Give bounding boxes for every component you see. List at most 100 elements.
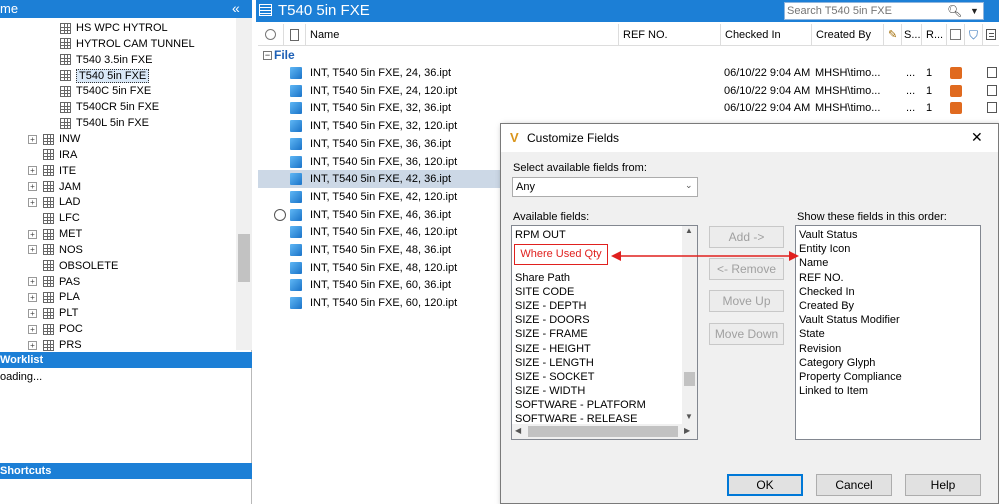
part-file-icon [290,155,302,168]
col-checked-in[interactable]: Checked In [721,24,812,46]
search-input[interactable] [787,4,937,18]
expand-icon[interactable]: + [28,229,37,239]
expand-icon[interactable]: + [28,308,37,318]
tree-item[interactable]: + ITE [28,163,76,179]
expand-icon[interactable]: + [28,277,37,287]
available-field-item[interactable]: SIZE - LENGTH [512,356,683,370]
tree-item[interactable]: HYTROL CAM TUNNEL [60,36,195,52]
tree-item[interactable]: + PLA [28,289,80,305]
tree-item[interactable]: T540C 5in FXE [60,83,151,99]
col-state[interactable]: S... [902,24,922,46]
expand-icon[interactable]: + [28,182,37,192]
order-items: Vault Status Entity Icon Name REF NO. Checke… [796,228,978,398]
col-entity-icon[interactable] [284,24,306,46]
shown-field-item[interactable]: State [796,327,978,341]
available-field-item[interactable]: SIZE - DOORS [512,313,683,327]
vault-logo-icon: V [510,130,519,145]
col-name[interactable]: Name [306,24,619,46]
available-field-item[interactable]: RPM OUT [512,228,683,242]
tree-item[interactable]: + LAD [28,194,80,210]
ok-button[interactable]: OK [727,474,803,496]
shown-field-item[interactable]: Vault Status Modifier [796,313,978,327]
expand-icon[interactable]: + [28,293,37,303]
available-field-item[interactable]: SIZE - DEPTH [512,299,683,313]
available-field-item[interactable]: SIZE - WIDTH [512,384,683,398]
col-compliance[interactable]: ⛉ [965,24,983,46]
scroll-up-icon[interactable]: ▲ [685,226,693,235]
scroll-left-icon[interactable]: ◀ [515,426,521,435]
tree-item[interactable]: T540L 5in FXE [60,115,149,131]
tree-item[interactable]: + MET [28,226,82,242]
tree-item[interactable]: T540 5in FXE [60,68,150,84]
shown-field-item[interactable]: Revision [796,342,978,356]
scroll-right-icon[interactable]: ▶ [684,426,690,435]
close-icon[interactable]: ✕ [971,129,983,145]
shown-field-item[interactable]: Name [796,256,978,270]
expand-icon[interactable]: + [28,197,37,207]
available-field-item[interactable]: SIZE - SOCKET [512,370,683,384]
available-hscroll[interactable]: ◀ ▶ [512,424,697,439]
add-button[interactable]: Add -> [709,226,784,248]
table-row[interactable]: INT, T540 5in FXE, 24, 120.ipt 06/10/22 9… [258,82,999,100]
tree-item[interactable]: T540 3.5in FXE [60,52,152,68]
expand-icon[interactable]: + [28,134,37,144]
field-order-list[interactable]: Vault Status Entity Icon Name REF NO. Checke… [795,225,981,440]
shown-field-item[interactable]: Property Compliance [796,370,978,384]
file-name: INT, T540 5in FXE, 24, 36.ipt [310,67,452,79]
callout-arrowhead-right [789,251,799,261]
shown-field-item[interactable]: Category Glyph [796,356,978,370]
tree-item[interactable]: + PAS [28,274,80,290]
tree-item[interactable]: LFC [28,210,80,226]
tree-item[interactable]: + INW [28,131,80,147]
table-row[interactable]: INT, T540 5in FXE, 32, 36.ipt 06/10/22 9:… [258,99,999,117]
tree-item[interactable]: HS WPC HYTROL [60,20,168,36]
shown-field-item[interactable]: Entity Icon [796,242,978,256]
available-field-item[interactable]: SOFTWARE - PLATFORM [512,398,683,412]
available-vscroll-thumb[interactable] [684,372,695,386]
expand-icon[interactable]: + [28,245,37,255]
tree-item[interactable]: + POC [28,321,83,337]
tree-scrollbar[interactable] [236,18,252,350]
search-icon[interactable]: 🔍︎ [947,3,962,19]
shown-field-item[interactable]: Vault Status [796,228,978,242]
shown-field-item[interactable]: Checked In [796,285,978,299]
col-status[interactable] [258,24,284,46]
expand-icon[interactable]: + [28,340,37,350]
tree-item[interactable]: + PRS [28,337,82,353]
shown-field-item[interactable]: Linked to Item [796,384,978,398]
table-row[interactable]: INT, T540 5in FXE, 24, 36.ipt 06/10/22 9:… [258,64,999,82]
scroll-down-icon[interactable]: ▼ [685,412,693,421]
col-checkbox[interactable] [947,24,965,46]
fields-source-select[interactable]: Any ⌄ [512,177,698,197]
tree-item[interactable]: OBSOLETE [28,258,118,274]
col-ref-no[interactable]: REF NO. [619,24,721,46]
col-revision[interactable]: R... [922,24,947,46]
tree-item[interactable]: IRA [28,147,77,163]
col-linked[interactable] [983,24,999,46]
collapse-icon[interactable]: « [232,0,240,16]
move-up-button[interactable]: Move Up [709,290,784,312]
available-field-item[interactable]: SIZE - HEIGHT [512,342,683,356]
expand-icon[interactable]: + [28,166,37,176]
available-field-item[interactable]: SIZE - FRAME [512,327,683,341]
shown-field-item[interactable]: REF NO. [796,271,978,285]
tree-item[interactable]: + NOS [28,242,83,258]
search-box[interactable]: 🔍︎ ▼ [784,2,984,20]
cancel-button[interactable]: Cancel [816,474,892,496]
expand-icon[interactable]: + [28,324,37,334]
tree-item[interactable]: + JAM [28,179,81,195]
tree-item[interactable]: T540CR 5in FXE [60,99,159,115]
group-collapse-icon[interactable]: − [263,51,272,60]
dropdown-arrow-icon[interactable]: ▼ [970,3,979,19]
help-button[interactable]: Help [905,474,981,496]
move-down-button[interactable]: Move Down [709,323,784,345]
col-modifier[interactable]: ✎ [884,24,902,46]
available-field-item[interactable]: Share Path [512,271,683,285]
available-field-item[interactable]: SITE CODE [512,285,683,299]
available-hscroll-thumb[interactable] [528,426,678,437]
col-created-by[interactable]: Created By [812,24,884,46]
tree-scrollbar-thumb[interactable] [238,234,250,282]
group-row-file[interactable]: − File [258,47,999,63]
shown-field-item[interactable]: Created By [796,299,978,313]
tree-item[interactable]: + PLT [28,305,78,321]
